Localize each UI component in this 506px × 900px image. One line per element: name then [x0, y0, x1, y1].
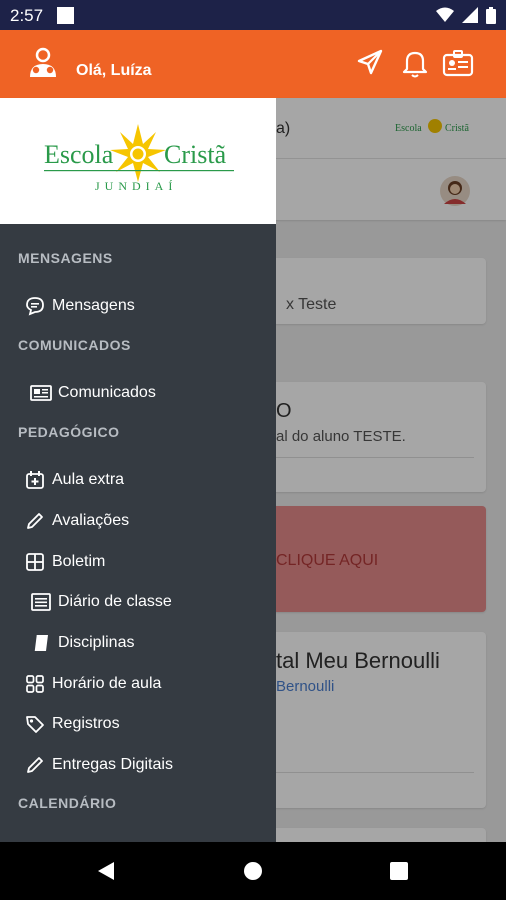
menu-item-mensagens[interactable]: Mensagens	[0, 286, 276, 326]
notification-icon	[57, 7, 74, 24]
wifi-icon	[436, 7, 454, 22]
apps-icon	[18, 674, 52, 694]
users-icon[interactable]	[26, 46, 60, 80]
system-nav-bar	[0, 842, 506, 900]
book-icon	[24, 633, 58, 653]
school-logo: Escola Cristã JUNDIAÍ	[44, 124, 234, 193]
menu-label: Avaliações	[52, 512, 130, 529]
menu-label: Registros	[52, 715, 120, 732]
menu-item-comunicados[interactable]: Comunicados	[0, 373, 276, 413]
menu-item-registros[interactable]: Registros	[0, 704, 276, 744]
drawer-scrim[interactable]	[276, 98, 506, 842]
menu-item-horario-de-aula[interactable]: Horário de aula	[0, 664, 276, 704]
status-icons	[436, 6, 496, 24]
chat-icon	[18, 296, 52, 316]
send-icon[interactable]	[356, 48, 384, 76]
section-comunicados: COMUNICADOS	[18, 337, 131, 353]
logo-subtitle: JUNDIAÍ	[95, 179, 177, 193]
section-calendario: CALENDÁRIO	[18, 795, 117, 811]
menu-item-diario-de-classe[interactable]: Diário de classe	[0, 582, 276, 622]
status-time: 2:57	[10, 6, 44, 25]
greeting-text: Olá, Luíza	[76, 62, 152, 79]
menu-label: Boletim	[52, 553, 106, 570]
calendar-plus-icon	[18, 470, 52, 490]
pencil-icon	[18, 511, 52, 531]
status-bar: 2:57	[0, 0, 506, 30]
menu-label: Horário de aula	[52, 675, 162, 692]
back-icon[interactable]	[96, 861, 116, 881]
newspaper-icon	[24, 384, 58, 402]
section-pedagogico: PEDAGÓGICO	[18, 424, 120, 440]
menu-label: Disciplinas	[58, 634, 135, 651]
menu-item-boletim[interactable]: Boletim	[0, 542, 276, 582]
battery-icon	[486, 6, 496, 24]
menu-item-avaliacoes[interactable]: Avaliações	[0, 501, 276, 541]
signal-icon	[462, 7, 478, 23]
navigation-drawer: Escola Cristã JUNDIAÍ MENSAGENS Mensagen…	[0, 98, 276, 842]
drawer-header: Escola Cristã JUNDIAÍ	[0, 98, 276, 224]
menu-label: Comunicados	[58, 384, 156, 401]
grid-icon	[18, 552, 52, 572]
menu-label: Diário de classe	[58, 593, 172, 610]
recents-icon[interactable]	[390, 862, 408, 880]
section-mensagens: MENSAGENS	[18, 250, 113, 266]
logo-text-left: Escola	[44, 140, 114, 169]
bell-icon[interactable]	[401, 48, 429, 78]
logo-text-right: Cristã	[164, 140, 227, 169]
app-bar: Olá, Luíza	[0, 30, 506, 98]
menu-label: Mensagens	[52, 297, 135, 314]
home-icon[interactable]	[243, 861, 263, 881]
list-icon	[24, 593, 58, 611]
tag-icon	[18, 714, 52, 734]
menu-item-disciplinas[interactable]: Disciplinas	[0, 623, 276, 663]
menu-label: Entregas Digitais	[52, 756, 173, 773]
menu-label: Aula extra	[52, 471, 125, 488]
pencil-icon	[18, 755, 52, 775]
id-card-icon[interactable]	[442, 48, 474, 78]
menu-item-entregas-digitais[interactable]: Entregas Digitais	[0, 745, 276, 785]
menu-item-aula-extra[interactable]: Aula extra	[0, 460, 276, 500]
